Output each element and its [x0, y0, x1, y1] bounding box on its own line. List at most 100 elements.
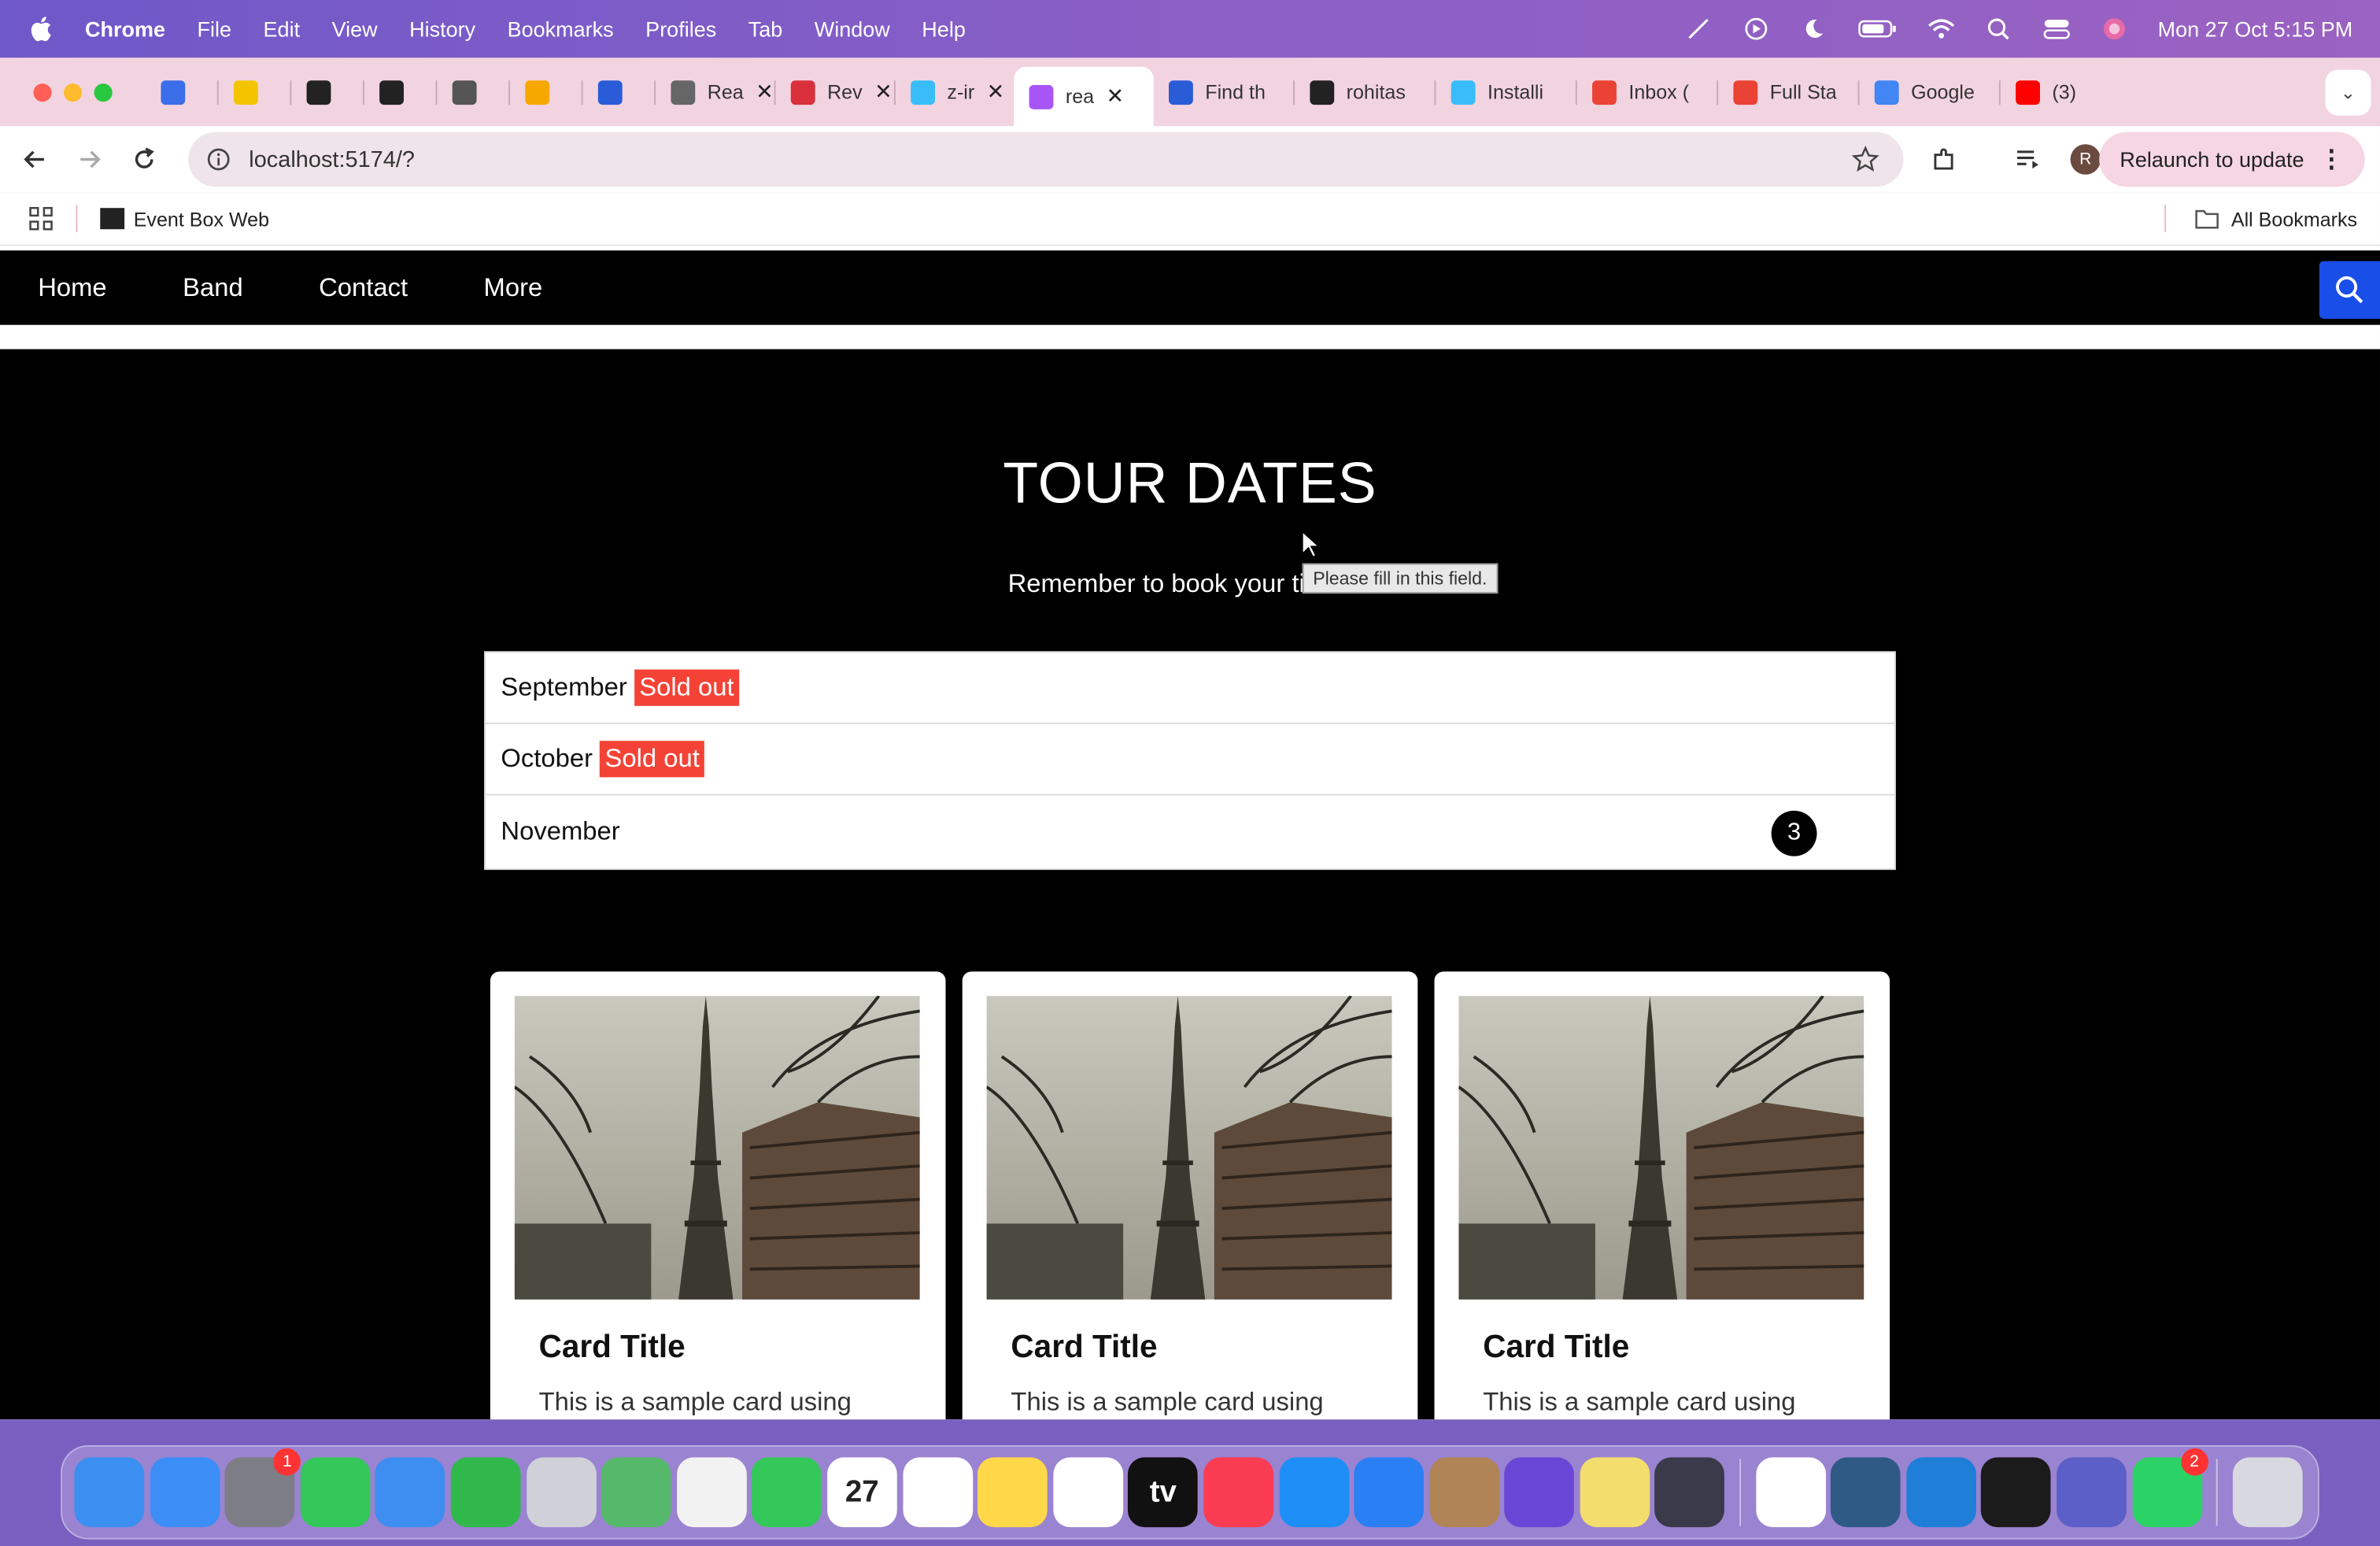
- keynote-icon[interactable]: [1354, 1457, 1425, 1528]
- browser-tab[interactable]: Find th: [1154, 66, 1293, 118]
- whatsapp-icon[interactable]: 2: [2131, 1448, 2208, 1528]
- menu-app-name[interactable]: Chrome: [85, 17, 165, 41]
- list-item[interactable]: October Sold out: [486, 724, 1894, 796]
- card-text: This is a sample card using: [1483, 1387, 1796, 1417]
- relaunch-button[interactable]: Relaunch to update ⋮: [2098, 131, 2365, 187]
- reminders-icon[interactable]: [902, 1457, 973, 1528]
- all-bookmarks-button[interactable]: All Bookmarks: [2195, 207, 2357, 230]
- list-item[interactable]: September Sold out: [486, 653, 1894, 724]
- photos-icon[interactable]: [676, 1457, 747, 1528]
- browser-tab[interactable]: [364, 66, 436, 118]
- finder-icon[interactable]: [74, 1457, 145, 1528]
- browser-tab[interactable]: Installi: [1436, 66, 1575, 118]
- browser-tab[interactable]: Rea ✕: [656, 66, 774, 118]
- apple-tv-icon[interactable]: tv: [1128, 1457, 1199, 1528]
- forward-button[interactable]: [62, 132, 116, 187]
- app-store-icon[interactable]: [1278, 1457, 1349, 1528]
- launchpad-icon[interactable]: [526, 1457, 597, 1528]
- menu-tab[interactable]: Tab: [748, 17, 783, 41]
- stickies-icon[interactable]: [1580, 1457, 1650, 1528]
- extensions-button[interactable]: [1917, 132, 1972, 187]
- browser-tab[interactable]: [437, 66, 508, 118]
- browser-tab[interactable]: Google: [1859, 66, 1998, 118]
- nav-more[interactable]: More: [484, 272, 543, 303]
- count-badge: 3: [1771, 810, 1817, 856]
- browser-tab[interactable]: [291, 66, 363, 118]
- browser-tab[interactable]: Rev ✕: [775, 66, 893, 118]
- quicktime-icon[interactable]: [1655, 1457, 1725, 1528]
- url-text[interactable]: localhost:5174/?: [249, 146, 415, 172]
- browser-tab[interactable]: rea ✕: [1014, 65, 1154, 128]
- menu-bookmarks[interactable]: Bookmarks: [508, 17, 614, 41]
- close-tab-icon[interactable]: ✕: [1107, 83, 1125, 109]
- close-tab-icon[interactable]: ✕: [874, 79, 893, 105]
- search-button[interactable]: [2319, 261, 2380, 319]
- bookmark-star-icon[interactable]: [1851, 146, 1879, 173]
- browser-tab[interactable]: (3): [2001, 66, 2140, 118]
- vscode-icon[interactable]: [1905, 1457, 1976, 1528]
- apps-grid-icon[interactable]: [29, 206, 54, 231]
- menu-profiles[interactable]: Profiles: [645, 17, 716, 41]
- browser-tab[interactable]: Inbox (: [1577, 66, 1717, 118]
- back-button[interactable]: [8, 132, 62, 187]
- menu-edit[interactable]: Edit: [264, 17, 301, 41]
- mysql-workbench-icon[interactable]: [1831, 1457, 1901, 1528]
- music-icon[interactable]: [1203, 1457, 1273, 1528]
- menu-clock[interactable]: Mon 27 Oct 5:15 PM: [2158, 17, 2353, 41]
- list-item[interactable]: November 3: [486, 796, 1894, 869]
- control-center-icon[interactable]: [2042, 17, 2070, 41]
- safari-icon[interactable]: [150, 1457, 220, 1528]
- close-tab-icon[interactable]: ✕: [987, 79, 1005, 105]
- calendar-icon[interactable]: 27: [826, 1457, 897, 1528]
- moon-icon[interactable]: [1800, 17, 1828, 41]
- browser-tab[interactable]: rohitas: [1295, 66, 1434, 118]
- menu-history[interactable]: History: [409, 17, 475, 41]
- system-settings-icon[interactable]: 1: [224, 1448, 301, 1528]
- nav-band[interactable]: Band: [183, 272, 243, 303]
- reading-list-button[interactable]: [2001, 132, 2055, 187]
- browser-toolbar: localhost:5174/? R Relaunch to update ⋮: [0, 126, 2380, 193]
- browser-tab[interactable]: z-ir ✕: [896, 66, 1014, 118]
- profile-avatar[interactable]: R: [2070, 144, 2101, 175]
- trash-icon[interactable]: [2232, 1457, 2303, 1528]
- close-tab-icon[interactable]: ✕: [756, 79, 774, 105]
- mail-icon[interactable]: [375, 1457, 445, 1528]
- nav-contact[interactable]: Contact: [319, 272, 408, 303]
- close-window-button[interactable]: [33, 83, 52, 102]
- tab-search-chevron-icon[interactable]: ⌄: [2325, 68, 2371, 115]
- menu-help[interactable]: Help: [922, 17, 966, 41]
- browser-tab[interactable]: [583, 66, 655, 118]
- zoom-window-button[interactable]: [94, 83, 113, 102]
- numbers-icon[interactable]: [450, 1457, 521, 1528]
- contacts-icon[interactable]: [1429, 1457, 1499, 1528]
- spotlight-search-icon[interactable]: [1985, 17, 2012, 41]
- chrome-icon[interactable]: [1755, 1457, 1826, 1528]
- play-circle-icon[interactable]: [1742, 17, 1769, 41]
- reload-button[interactable]: [116, 132, 171, 187]
- menu-view[interactable]: View: [332, 17, 378, 41]
- imovie-icon[interactable]: [1504, 1457, 1575, 1528]
- battery-icon[interactable]: [1857, 17, 1897, 41]
- bookmark-event-box[interactable]: Event Box Web: [100, 207, 269, 230]
- teams-icon[interactable]: [2057, 1457, 2127, 1528]
- minimize-window-button[interactable]: [63, 83, 83, 102]
- terminal-icon[interactable]: [1981, 1457, 2052, 1528]
- menu-window[interactable]: Window: [815, 17, 890, 41]
- nav-home[interactable]: Home: [38, 272, 106, 303]
- maps-icon[interactable]: [601, 1457, 671, 1528]
- browser-tab[interactable]: Full Sta: [1718, 66, 1857, 118]
- notes-icon[interactable]: [978, 1457, 1048, 1528]
- siri-icon[interactable]: [2100, 17, 2127, 41]
- browser-tab[interactable]: [510, 66, 582, 118]
- apple-icon[interactable]: [31, 15, 55, 43]
- menu-file[interactable]: File: [198, 17, 232, 41]
- browser-tab[interactable]: [146, 66, 217, 118]
- wifi-icon[interactable]: [1927, 17, 1955, 41]
- address-bar[interactable]: localhost:5174/?: [188, 131, 1904, 187]
- site-info-icon[interactable]: [206, 147, 231, 172]
- messages-icon[interactable]: [300, 1457, 371, 1528]
- browser-tab[interactable]: [219, 66, 290, 118]
- mute-pen-icon[interactable]: [1684, 17, 1712, 41]
- freeform-icon[interactable]: [1052, 1457, 1123, 1528]
- facetime-icon[interactable]: [752, 1457, 822, 1528]
